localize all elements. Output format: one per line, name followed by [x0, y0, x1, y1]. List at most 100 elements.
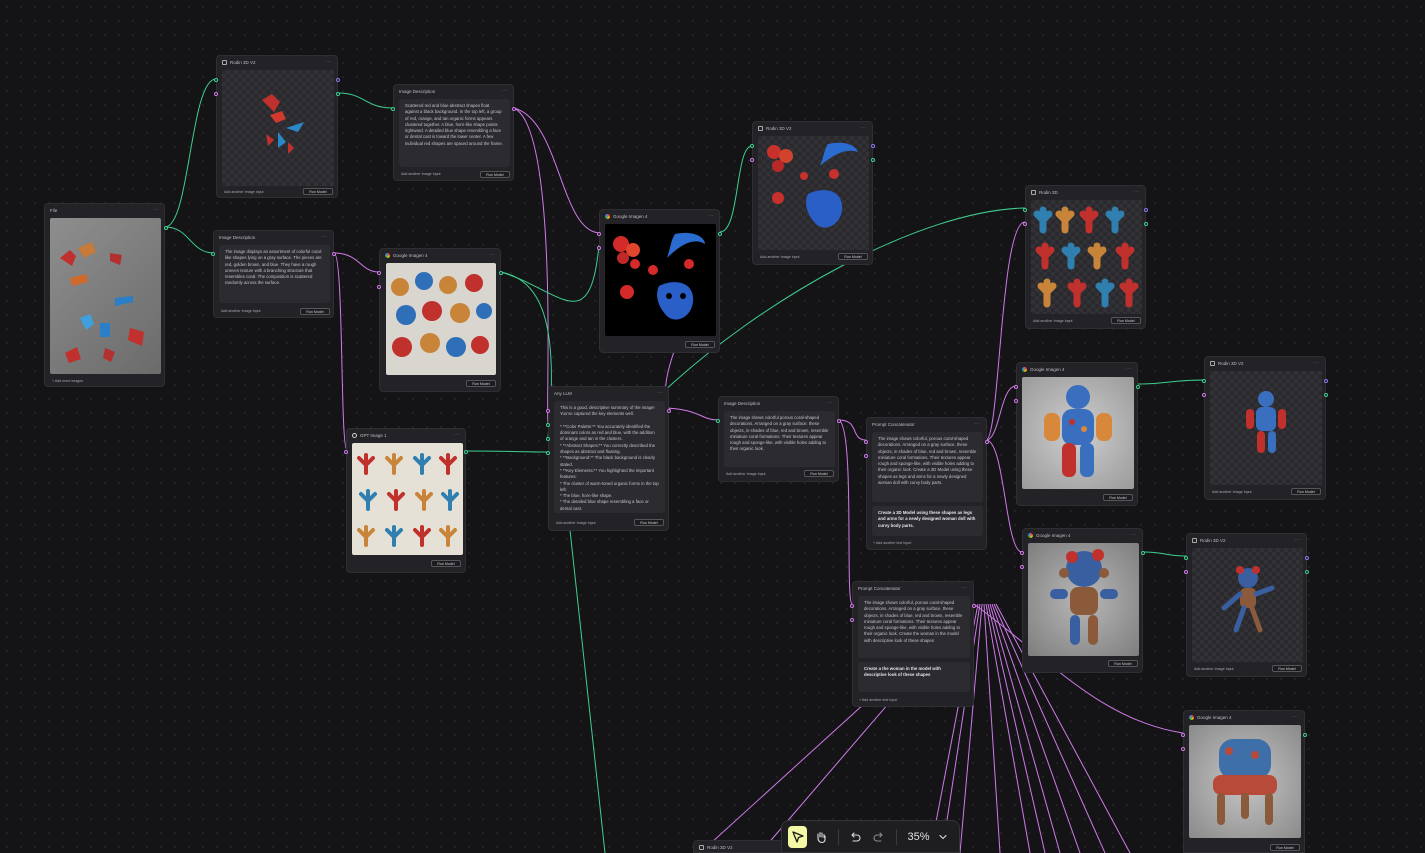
run-model-button[interactable]: Run Model: [804, 470, 834, 477]
input-port[interactable]: [864, 454, 868, 458]
run-model-button[interactable]: Run Model: [1272, 665, 1302, 672]
add-image-input-link[interactable]: Add another Image Input: [401, 172, 441, 176]
add-text-input-link[interactable]: + Add another text Input: [859, 698, 897, 702]
output-port[interactable]: [336, 78, 340, 82]
more-options-icon[interactable]: ···: [153, 207, 160, 213]
google-imagen-node[interactable]: Google Imagen 4 ··· Run Model: [1014, 362, 1140, 506]
input-port[interactable]: [1181, 747, 1185, 751]
more-options-icon[interactable]: ···: [454, 432, 461, 438]
image-description-node[interactable]: Image Description ··· The image shows col…: [716, 396, 841, 482]
input-port[interactable]: [1202, 393, 1206, 397]
input-port[interactable]: [211, 252, 215, 256]
select-tool-button[interactable]: [788, 825, 808, 848]
output-port[interactable]: [336, 92, 340, 96]
rodin-3d-node[interactable]: Rodin 3D V2 ··· Add another Image Input R…: [1184, 533, 1309, 677]
more-options-icon[interactable]: ···: [1134, 189, 1141, 195]
input-port[interactable]: [1184, 556, 1188, 560]
input-port[interactable]: [1014, 385, 1018, 389]
image-description-node[interactable]: Image Description ··· Scattered red and b…: [391, 84, 516, 181]
undo-button[interactable]: [846, 826, 865, 848]
input-port[interactable]: [1184, 570, 1188, 574]
input-port[interactable]: [214, 92, 218, 96]
prompt-text-input[interactable]: Create a 3D Model using these shapes as …: [872, 506, 983, 536]
more-options-icon[interactable]: ···: [489, 252, 496, 258]
google-imagen-node[interactable]: Google Imagen 4 ··· Run Model: [1020, 528, 1145, 673]
input-port[interactable]: [1023, 222, 1027, 226]
more-options-icon[interactable]: ···: [827, 400, 834, 406]
run-model-button[interactable]: Run Model: [634, 519, 664, 526]
add-image-input-link[interactable]: Add another Image Input: [556, 521, 596, 525]
zoom-level[interactable]: 35%: [908, 831, 930, 843]
output-port[interactable]: [1144, 222, 1148, 226]
input-port[interactable]: [377, 271, 381, 275]
input-port[interactable]: [1181, 733, 1185, 737]
input-port[interactable]: [864, 440, 868, 444]
add-image-input-link[interactable]: Add another Image Input: [1194, 667, 1234, 671]
output-port[interactable]: [164, 226, 168, 230]
add-more-images-link[interactable]: + Add more images: [52, 379, 83, 383]
input-port[interactable]: [1020, 565, 1024, 569]
more-options-icon[interactable]: ···: [708, 213, 715, 219]
add-image-input-link[interactable]: Add another Image Input: [760, 255, 800, 259]
output-port[interactable]: [1141, 551, 1145, 555]
run-model-button[interactable]: Run Model: [685, 341, 715, 348]
more-options-icon[interactable]: ···: [657, 390, 664, 396]
input-port[interactable]: [391, 107, 395, 111]
more-options-icon[interactable]: ···: [502, 88, 509, 94]
more-options-icon[interactable]: ···: [975, 421, 982, 427]
run-model-button[interactable]: Run Model: [1111, 317, 1141, 324]
output-port[interactable]: [985, 440, 989, 444]
input-port[interactable]: [597, 232, 601, 236]
output-port[interactable]: [871, 144, 875, 148]
rodin-3d-node[interactable]: Rodin 3D V2 ··· Add another Image Input R…: [214, 55, 340, 198]
output-port[interactable]: [1136, 385, 1140, 389]
prompt-concatenator-node[interactable]: Prompt Concatenator ··· The image shows c…: [864, 417, 989, 550]
output-port[interactable]: [972, 604, 976, 608]
more-options-icon[interactable]: ···: [1293, 714, 1300, 720]
google-imagen-node[interactable]: Google Imagen 4 ··· Run Model: [377, 248, 503, 392]
output-port[interactable]: [1324, 393, 1328, 397]
input-port[interactable]: [750, 158, 754, 162]
any-llm-node[interactable]: Any LLM ··· This is a good, descriptive s…: [546, 386, 671, 531]
pan-tool-button[interactable]: [811, 826, 830, 848]
output-port[interactable]: [837, 419, 841, 423]
add-image-input-link[interactable]: Add another Image Input: [1033, 319, 1073, 323]
input-port[interactable]: [597, 246, 601, 250]
input-port[interactable]: [716, 419, 720, 423]
input-port[interactable]: [850, 604, 854, 608]
output-port[interactable]: [332, 252, 336, 256]
input-port[interactable]: [546, 423, 550, 427]
input-port[interactable]: [214, 78, 218, 82]
add-image-input-link[interactable]: Add another Image Input: [221, 309, 261, 313]
input-port[interactable]: [1202, 379, 1206, 383]
output-port[interactable]: [1144, 208, 1148, 212]
more-options-icon[interactable]: ···: [1314, 360, 1321, 366]
output-port[interactable]: [1324, 379, 1328, 383]
add-text-input-link[interactable]: + Add another text Input: [873, 541, 911, 545]
more-options-icon[interactable]: ···: [1131, 532, 1138, 538]
run-model-button[interactable]: Run Model: [431, 560, 461, 567]
run-model-button[interactable]: Run Model: [1108, 660, 1138, 667]
output-port[interactable]: [1305, 556, 1309, 560]
input-port[interactable]: [344, 450, 348, 454]
input-port[interactable]: [850, 618, 854, 622]
more-options-icon[interactable]: ···: [962, 585, 969, 591]
output-port[interactable]: [512, 107, 516, 111]
input-port[interactable]: [1020, 551, 1024, 555]
google-imagen-node[interactable]: Google Imagen 4 ··· Run Model: [597, 209, 722, 353]
input-port[interactable]: [1014, 399, 1018, 403]
prompt-text-input[interactable]: The image shows colorful, porous coral-s…: [872, 432, 983, 502]
run-model-button[interactable]: Run Model: [466, 380, 496, 387]
image-description-node[interactable]: Image Description ··· The image displays …: [211, 230, 336, 318]
rodin-3d-node[interactable]: Rodin 3D V2 ··· Add another Image Input R…: [1202, 356, 1328, 500]
more-options-icon[interactable]: ···: [322, 234, 329, 240]
run-model-button[interactable]: Run Model: [1270, 844, 1300, 851]
output-port[interactable]: [718, 232, 722, 236]
run-model-button[interactable]: Run Model: [1291, 488, 1321, 495]
output-port[interactable]: [667, 409, 671, 413]
output-port[interactable]: [464, 450, 468, 454]
input-port[interactable]: [750, 144, 754, 148]
prompt-concatenator-node[interactable]: Prompt Concatenator ··· The image shows c…: [850, 581, 976, 707]
input-port[interactable]: [377, 285, 381, 289]
more-options-icon[interactable]: ···: [861, 125, 868, 131]
